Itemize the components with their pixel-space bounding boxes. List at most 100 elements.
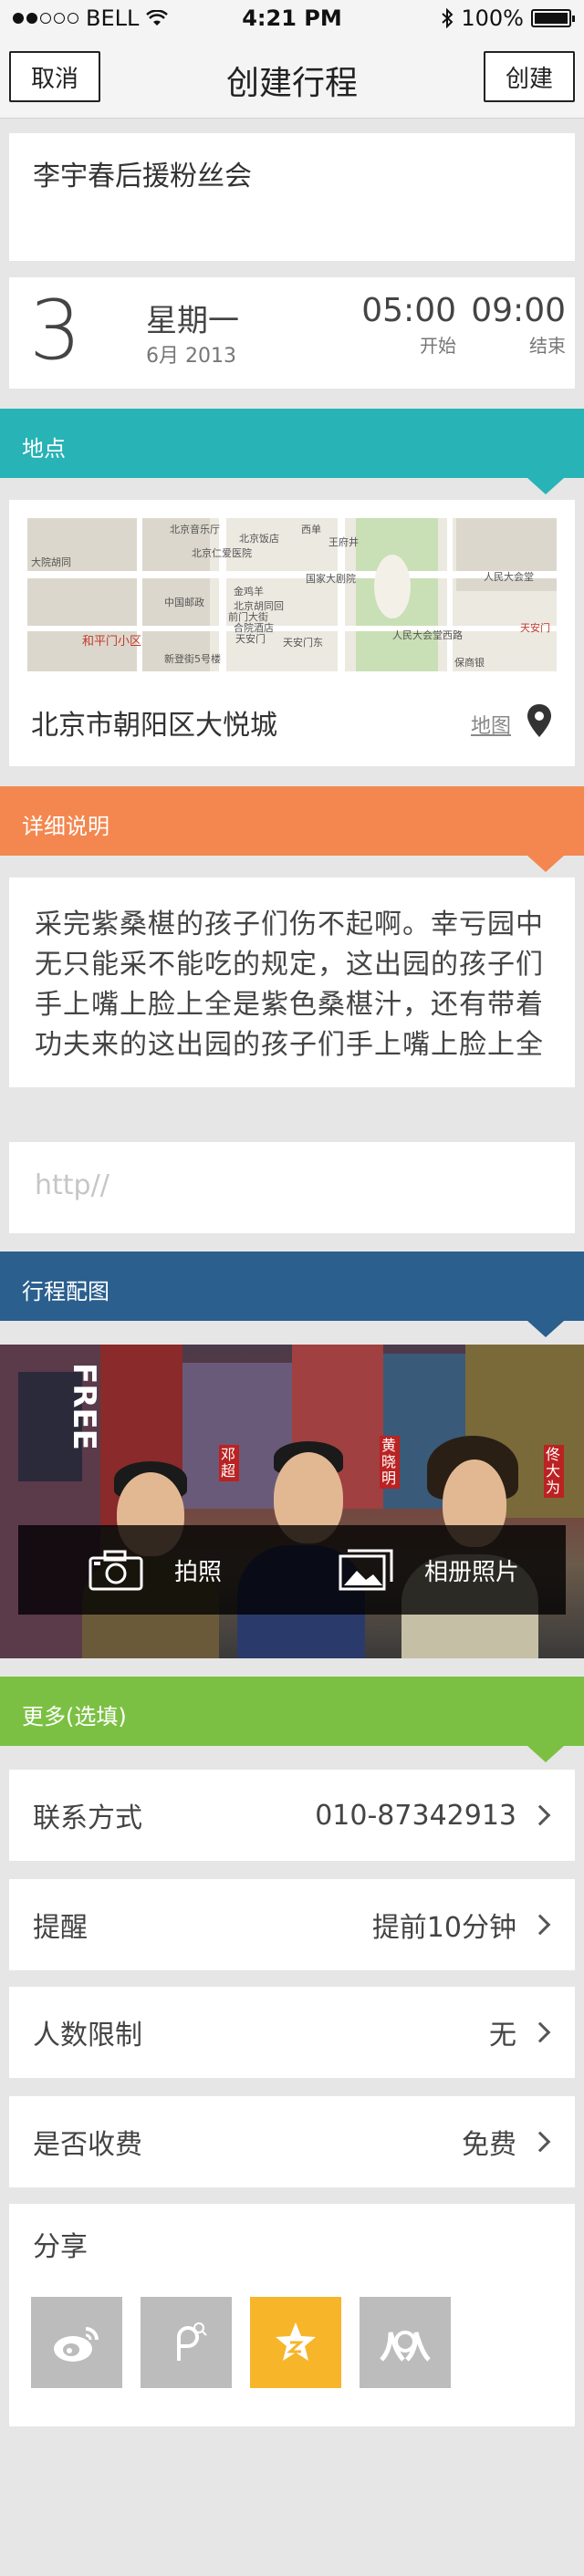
fee-label: 是否收费 — [33, 2129, 142, 2161]
photo-sign: FREE — [66, 1363, 102, 1450]
map-label: 北京胡同回 — [234, 600, 284, 612]
people-limit-value: 无 — [489, 2020, 516, 2051]
photo-sign: 佟大为 — [544, 1445, 564, 1498]
section-notch — [527, 478, 564, 494]
map-label: 北京仁爱医院 — [192, 547, 252, 559]
map-label: 保商银 — [454, 657, 485, 669]
map-label: 人民大会堂 — [484, 571, 534, 583]
map-label: 天安门 — [520, 622, 550, 634]
photo-sign: 邓超 — [219, 1445, 239, 1481]
renren-icon — [380, 2331, 431, 2362]
map-label: 北京音乐厅 — [170, 524, 220, 535]
reminder-value: 提前10分钟 — [371, 1912, 516, 1944]
map-label: 北京饭店 — [239, 533, 279, 545]
photo-actions: 拍照 相册照片 — [18, 1525, 566, 1615]
start-time-value: 05:00 — [361, 292, 456, 329]
section-title-photo: 行程配图 — [22, 1279, 110, 1304]
section-title-details: 详细说明 — [22, 814, 110, 839]
start-time-label: 开始 — [420, 335, 456, 357]
map-label: 大院胡同 — [31, 556, 71, 568]
details-text: 采完紫桑椹的孩子们伤不起啊。幸亏园中无只能采不能吃的规定，这出园的孩子们手上嘴上… — [35, 909, 544, 1061]
map-label: 西单 — [301, 524, 321, 535]
take-photo-button[interactable]: 拍照 — [18, 1525, 292, 1615]
reminder-label: 提醒 — [33, 1912, 88, 1944]
status-time: 4:21 PM — [242, 5, 342, 31]
map-label: 新登街5号楼 — [164, 653, 221, 665]
date-day: 3 — [29, 283, 82, 379]
section-notch — [527, 856, 564, 872]
fee-row[interactable]: 是否收费 免费 — [9, 2096, 575, 2187]
map-link[interactable]: 地图 — [471, 710, 511, 739]
url-input[interactable] — [35, 1169, 549, 1201]
nav-bar: 取消 创建行程 创建 — [0, 36, 584, 119]
event-name-value: 李宇春后援粉丝会 — [33, 161, 252, 192]
location-pin-icon[interactable] — [526, 702, 553, 739]
map-label: 王府井 — [328, 536, 359, 548]
status-bar: BELL 4:21 PM 100% — [0, 0, 584, 36]
reminder-row[interactable]: 提醒 提前10分钟 — [9, 1879, 575, 1970]
people-limit-label: 人数限制 — [33, 2020, 142, 2051]
section-header-more: 更多(选填) — [0, 1677, 584, 1762]
chevron-right-icon — [529, 2131, 551, 2153]
map-label: 中国邮政 — [164, 597, 204, 608]
section-header-details: 详细说明 — [0, 786, 584, 872]
contact-label: 联系方式 — [33, 1802, 142, 1834]
wifi-icon — [146, 10, 169, 26]
event-name-field[interactable]: 李宇春后援粉丝会 — [9, 133, 575, 261]
share-renren-button[interactable] — [360, 2297, 451, 2388]
signal-icon — [13, 13, 78, 24]
people-limit-row[interactable]: 人数限制 无 — [9, 1987, 575, 2078]
map-label: 天安门 — [235, 633, 266, 645]
status-left: BELL — [13, 5, 195, 31]
map-label: 金鸡羊 — [234, 586, 264, 597]
place-card: 北京音乐厅 北京饭店 西单 北京仁爱医院 王府井 大院胡同 中国邮政 金鸡羊 国… — [9, 500, 575, 766]
date-time-card[interactable]: 3 星期一 6月 2013 05:00 开始 09:00 结束 — [9, 277, 575, 389]
section-title-place: 地点 — [22, 436, 66, 462]
fee-value: 免费 — [462, 2129, 516, 2161]
battery-label: 100% — [461, 5, 524, 31]
chevron-right-icon — [529, 1914, 551, 1936]
contact-value: 010-87342913 — [315, 1799, 516, 1832]
take-photo-label: 拍照 — [173, 1558, 222, 1586]
photo-sign: 黄晓明 — [380, 1436, 400, 1489]
chevron-right-icon — [529, 1804, 551, 1826]
carrier-label: BELL — [86, 5, 140, 31]
album-button[interactable]: 相册照片 — [292, 1525, 566, 1615]
create-button[interactable]: 创建 — [484, 51, 575, 102]
end-time-value: 09:00 — [471, 292, 566, 329]
weibo-icon — [54, 2327, 99, 2362]
section-notch — [527, 1321, 564, 1337]
section-notch — [527, 1746, 564, 1762]
share-icons — [31, 2297, 451, 2388]
share-weibo-button[interactable] — [31, 2297, 122, 2388]
album-label: 相册照片 — [423, 1558, 519, 1586]
end-time-picker[interactable]: 09:00 结束 — [456, 292, 566, 358]
share-favorite-button[interactable] — [250, 2297, 341, 2388]
share-title: 分享 — [33, 2231, 88, 2263]
section-title-more: 更多(选填) — [22, 1704, 127, 1729]
gallery-icon — [339, 1549, 393, 1591]
details-field[interactable]: 采完紫桑椹的孩子们伤不起啊。幸亏园中无只能采不能吃的规定，这出园的孩子们手上嘴上… — [9, 878, 575, 1087]
map-label: 人民大会堂西路 — [392, 629, 463, 641]
url-field[interactable] — [9, 1142, 575, 1233]
contact-row[interactable]: 联系方式 010-87342913 — [9, 1770, 575, 1861]
star-icon — [276, 2322, 316, 2361]
pinyin-icon — [177, 2322, 207, 2361]
map-label: 国家大剧院 — [306, 573, 356, 585]
bluetooth-icon — [442, 8, 454, 28]
chevron-right-icon — [529, 2021, 551, 2043]
end-time-label: 结束 — [529, 335, 566, 357]
camera-icon — [89, 1550, 143, 1591]
place-name: 北京市朝阳区大悦城 — [31, 710, 277, 742]
start-time-picker[interactable]: 05:00 开始 — [347, 292, 456, 358]
section-header-photo: 行程配图 — [0, 1252, 584, 1337]
section-header-place: 地点 — [0, 409, 584, 494]
share-pinyin-button[interactable] — [141, 2297, 232, 2388]
map-label: 和平门小区 — [82, 635, 142, 649]
status-right: 100% — [389, 5, 575, 31]
map-preview[interactable]: 北京音乐厅 北京饭店 西单 北京仁爱医院 王府井 大院胡同 中国邮政 金鸡羊 国… — [27, 518, 557, 671]
map-label: 天安门东 — [283, 637, 323, 649]
share-card: 分享 — [9, 2204, 575, 2426]
date-weekday: 星期一 — [146, 303, 239, 339]
battery-icon — [531, 9, 575, 27]
